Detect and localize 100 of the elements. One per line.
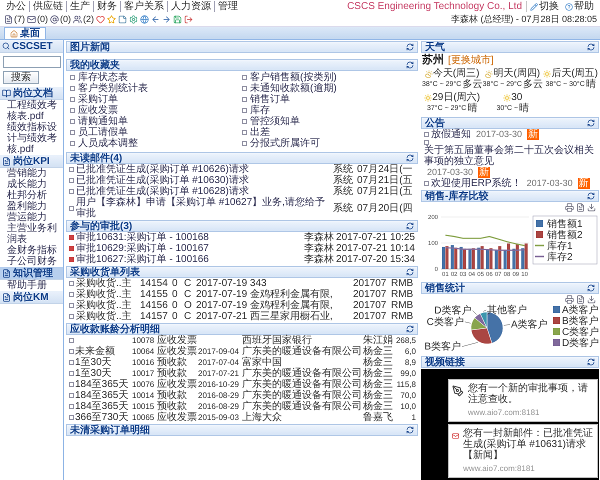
refresh-icon[interactable] [406,222,414,230]
menu-item[interactable]: 生产 [66,1,93,12]
section-header[interactable]: 知识管理 [0,267,63,280]
refresh-icon[interactable] [587,119,595,127]
tab[interactable]: 桌面 [4,27,46,39]
table-cell-text: 1至30天 [75,357,113,368]
approval-link[interactable]: 审批10629:采购订单 - 100167 [76,243,302,254]
favorite-link[interactable]: 出差 [242,127,414,138]
sidebar-link[interactable]: 营销能力 [0,168,63,179]
document-button[interactable]: (7) [3,14,26,25]
refresh-icon[interactable] [406,43,414,51]
favorite-link[interactable]: 库存状态表 [70,72,242,83]
notice-link[interactable]: 放假通知 [431,129,471,140]
menu-item[interactable]: 客户关系 [120,1,167,12]
legend-label: B类客户 [562,316,599,327]
refresh-icon[interactable] [406,268,414,276]
favorite-link[interactable]: 人员成本调整 [70,138,242,149]
exit-icon [184,15,193,24]
table-cell-text: 0 [172,289,179,300]
star-button[interactable] [106,15,117,24]
bullet-icon [242,75,247,80]
mail-button[interactable]: (0) [26,14,49,25]
notice-link[interactable]: 关于第五届董事会第二十五次会议相关事项的独立意见 [424,145,596,167]
globe-button[interactable] [139,15,150,24]
refresh-icon[interactable] [587,43,595,51]
sidebar-link[interactable]: 帮助手册 [0,280,63,291]
sidebar-link[interactable]: 金财务指标 [0,245,63,256]
refresh-icon[interactable] [587,284,595,292]
table-cell-text: O [184,300,193,311]
refresh-icon[interactable] [406,325,414,333]
menu-item[interactable]: 管理 [214,1,241,12]
mail-subject-link[interactable]: 已批准凭证生成(采购订单 #10626)请求 [76,164,331,175]
search-field[interactable] [3,56,61,68]
table-cell-text: 10,0 [399,401,416,412]
favorite-link[interactable]: 员工请假单 [70,127,242,138]
heart-button[interactable] [95,15,106,24]
back-button[interactable] [150,15,161,24]
sidebar-link[interactable]: 工程绩效考核表.pdf [0,100,63,122]
approval-link[interactable]: 审批10631:采购订单 - 100168 [76,232,302,243]
refresh-icon[interactable] [406,154,414,162]
favorite-link[interactable]: 采购订单 [70,94,242,105]
switch-menu[interactable]: 切换 [527,1,562,12]
section-header[interactable]: 岗位KM [0,291,63,304]
download-icon[interactable] [587,202,596,212]
exit-button[interactable] [183,15,194,24]
save-button[interactable] [172,15,183,24]
people-button[interactable]: (2) [72,14,95,25]
refresh-icon[interactable] [587,358,595,366]
document-icon[interactable] [576,202,585,212]
forward-button[interactable] [161,15,172,24]
approval-link[interactable]: 审批10627:采购订单 - 100166 [76,254,302,265]
favorite-link[interactable]: 销售订单 [242,94,414,105]
refresh-icon[interactable] [587,192,595,200]
print-icon[interactable] [565,294,574,304]
download-icon[interactable] [587,294,596,304]
table-cell: 应收发票 [157,379,197,390]
table-cell: 杨金三 [363,368,393,379]
sidebar-link[interactable]: 盈利能力 [0,201,63,212]
favorite-link[interactable]: 分报式所属许可 [242,138,414,149]
mail-subject-link[interactable]: 已批准凭证生成(采购订单 #10628)请求 [76,186,331,197]
mail-subject-link[interactable]: 用户【李森林】申请【采购订单 #10627】业务,请您给予审批 [76,197,331,219]
note-button[interactable] [117,15,128,24]
document-icon[interactable] [576,294,585,304]
refresh-icon[interactable] [406,426,414,434]
refresh-icon[interactable] [406,61,414,69]
bullet-icon [69,257,74,262]
notice-link[interactable]: 欢迎使用ERP系统！ [431,178,522,189]
search-button[interactable]: 搜索 [3,71,39,84]
settings-button[interactable] [128,15,139,24]
section-header[interactable]: 岗位文档 [0,87,63,100]
change-city-link[interactable]: [更换城市] [448,55,494,66]
favorite-link[interactable]: 请购通知单 [70,116,242,127]
sidebar-link[interactable]: 子公司财务 [0,256,63,267]
table-cell-text: 西班牙国家银行 [242,335,313,346]
menu-item[interactable]: 人力资源 [167,1,214,12]
favorite-link[interactable]: 未通知收款额(逾期) [242,83,414,94]
sidebar-link[interactable]: 营运能力 [0,212,63,223]
mail-subject-link[interactable]: 已批准凭证生成(采购订单 #10630)请求 [76,175,331,186]
favorite-link[interactable]: 应收发票 [70,105,242,116]
sidebar-link[interactable]: 杜邦分析 [0,190,63,201]
menu-item[interactable]: 财务 [93,1,120,12]
favorite-link[interactable]: 客户类别统计表 [70,83,242,94]
save-icon [173,15,182,24]
print-icon[interactable] [565,202,574,212]
sidebar-link[interactable]: 主营业务利润表 [0,223,63,245]
menu-item[interactable]: 供应链 [29,1,66,12]
menu-item[interactable]: 办公 [3,1,29,12]
legend-swatch [536,220,543,227]
favorite-link[interactable]: 管控须知单 [242,116,414,127]
favorite-link[interactable]: 客户销售额(按类别) [242,72,414,83]
sidebar-link[interactable]: 成长能力 [0,179,63,190]
favorite-link[interactable]: 库存 [242,105,414,116]
help-menu[interactable]: 帮助 [562,1,597,12]
bullet-icon [424,140,429,145]
bullet-icon [424,181,429,186]
at-sign-button[interactable]: (0) [49,14,72,25]
legend-label: 销售额2 [547,230,583,241]
help-icon [565,2,573,10]
sidebar-link[interactable]: 绩效指标设计与绩效考核.pdf [0,122,63,155]
section-header[interactable]: 岗位KPI [0,155,63,168]
